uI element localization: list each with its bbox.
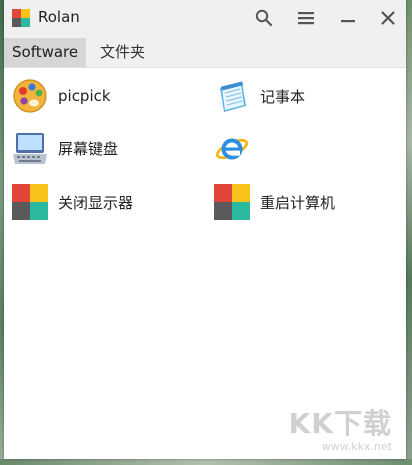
launcher-item-notepad[interactable]: 记事本 (214, 76, 305, 116)
launcher-item-turn-off-display[interactable]: 关闭显示器 (12, 182, 133, 222)
menu-button[interactable] (292, 4, 320, 32)
close-button[interactable] (374, 4, 402, 32)
picpick-icon (12, 78, 48, 114)
launcher-item-label: 屏幕键盘 (58, 139, 119, 158)
launcher-item-label: picpick (58, 87, 111, 105)
desktop-background-bottom (0, 459, 412, 465)
app-logo-icon (12, 9, 30, 27)
keyboard-icon (12, 130, 48, 166)
minimize-button[interactable] (334, 4, 362, 32)
launcher-item-on-screen-keyboard[interactable]: 屏幕键盘 (12, 128, 118, 168)
launcher-item-label: 记事本 (260, 87, 306, 106)
tiles-icon (12, 184, 48, 220)
launcher-item-restart-computer[interactable]: 重启计算机 (214, 182, 335, 222)
search-icon (255, 9, 273, 27)
rolan-window: Rolan Software 文件夹 picpick 记事本 屏幕键盘 关闭显示… (4, 0, 406, 459)
desktop-background-right (406, 0, 412, 465)
tab-software[interactable]: Software (4, 38, 87, 67)
tiles-icon (214, 184, 250, 220)
launcher-item-picpick[interactable]: picpick (12, 76, 111, 116)
minimize-icon (341, 20, 355, 23)
tab-bar: Software 文件夹 (4, 36, 406, 68)
title-bar[interactable]: Rolan (4, 0, 406, 36)
notepad-icon (214, 78, 250, 114)
internet-explorer-icon (214, 130, 250, 166)
launcher-item-internet-explorer[interactable] (214, 128, 260, 168)
window-title: Rolan (38, 8, 80, 26)
launcher-grid: picpick 记事本 屏幕键盘 关闭显示器 重启计算机 KK下载 www.kk… (4, 68, 406, 459)
menu-icon (298, 12, 314, 25)
search-button[interactable] (250, 4, 278, 32)
tab-folders[interactable]: 文件夹 (92, 38, 153, 67)
watermark-text: KK下载 (288, 407, 392, 440)
close-icon (381, 11, 395, 25)
watermark: KK下载 www.kkx.net (289, 402, 392, 453)
launcher-item-label: 关闭显示器 (58, 193, 134, 212)
launcher-item-label: 重启计算机 (260, 193, 336, 212)
